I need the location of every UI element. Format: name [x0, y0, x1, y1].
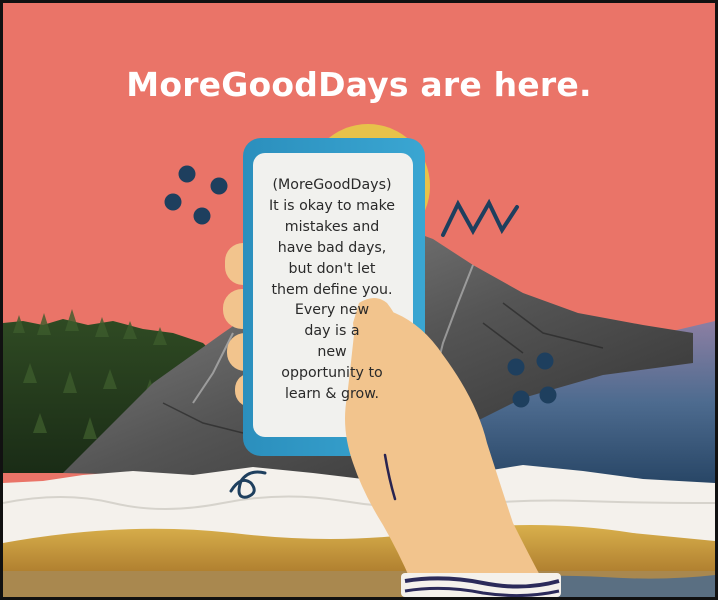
promo-card: MoreGoodDays are here. (MoreGoodDays) It… — [0, 0, 718, 600]
phone-message-line: learn & grow. — [284, 386, 380, 403]
phone-message-line: mistakes and — [284, 218, 380, 235]
phone-message-line: It is okay to make — [268, 197, 396, 214]
phone-message-line: new — [317, 344, 347, 361]
phone-message-line: day is a — [304, 323, 360, 340]
zigzag-line — [441, 198, 519, 237]
phone-message-line: (MoreGoodDays) — [272, 177, 392, 193]
phone-message-line: them define you. — [271, 281, 393, 298]
phone-message-line: Every new — [294, 302, 370, 319]
phone-message-line: have bad days, — [277, 239, 387, 256]
sleeve-cuff — [401, 573, 561, 597]
headline: MoreGoodDays are here. — [126, 65, 592, 104]
phone-message: (MoreGoodDays) It is okay to make mistak… — [253, 175, 411, 405]
phone-message-line: but don't let — [288, 260, 376, 277]
phone-message-line: opportunity to — [281, 365, 383, 382]
dots-cluster-left — [164, 165, 228, 225]
